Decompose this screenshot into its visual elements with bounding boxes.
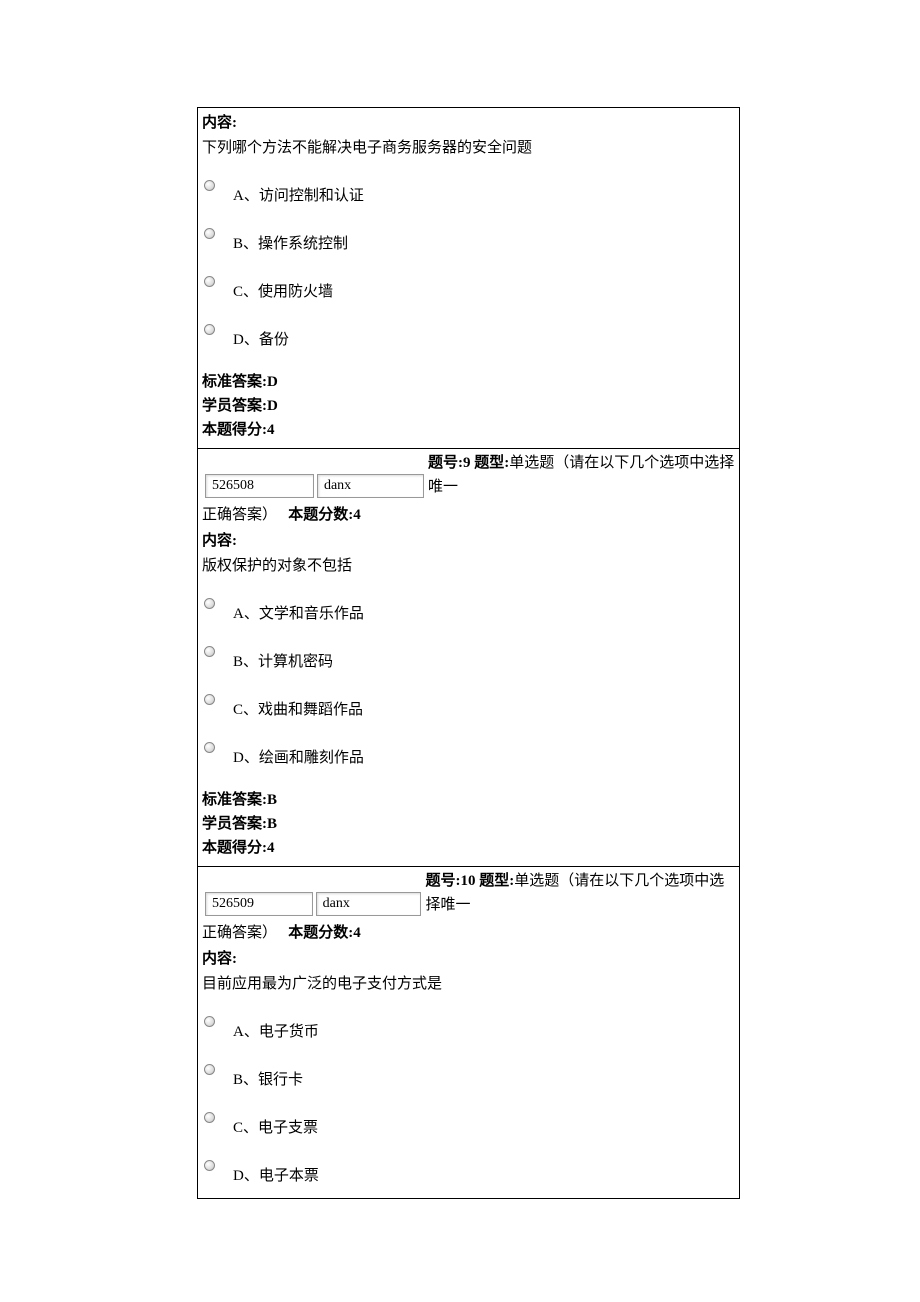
option-row[interactable]: D、备份: [202, 322, 735, 352]
radio-icon[interactable]: [204, 646, 215, 657]
question-text: 目前应用最为广泛的电子支付方式是: [202, 972, 735, 996]
radio-icon[interactable]: [204, 1016, 215, 1027]
radio-icon[interactable]: [204, 180, 215, 191]
option-label: C、戏曲和舞蹈作品: [233, 692, 363, 722]
option-label: A、访问控制和认证: [233, 178, 364, 208]
radio-icon[interactable]: [204, 1112, 215, 1123]
option-label: B、银行卡: [233, 1062, 303, 1092]
option-label: A、电子货币: [233, 1014, 319, 1044]
option-label: D、备份: [233, 322, 289, 352]
option-row[interactable]: A、访问控制和认证: [202, 178, 735, 208]
option-label: B、操作系统控制: [233, 226, 348, 256]
question-header-row: 526508 danx 题号:9 题型:单选题（请在以下几个选项中选择唯一: [202, 451, 735, 501]
question-block: 526509 danx 题号:10 题型:单选题（请在以下几个选项中选择唯一 正…: [198, 867, 739, 1199]
option-row[interactable]: C、电子支票: [202, 1110, 735, 1140]
option-row[interactable]: A、电子货币: [202, 1014, 735, 1044]
option-row[interactable]: C、使用防火墙: [202, 274, 735, 304]
option-label: D、绘画和雕刻作品: [233, 740, 364, 770]
result-block: 标准答案:B 学员答案:B 本题得分:4: [202, 788, 735, 860]
question-block: 内容: 下列哪个方法不能解决电子商务服务器的安全问题 A、访问控制和认证 B、操…: [198, 108, 739, 449]
question-text: 版权保护的对象不包括: [202, 554, 735, 578]
score-line: 本题得分:4: [202, 836, 735, 860]
result-block: 标准答案:D 学员答案:D 本题得分:4: [202, 370, 735, 442]
content-label: 内容:: [202, 947, 735, 971]
content-label: 内容:: [202, 529, 735, 553]
radio-icon[interactable]: [204, 228, 215, 239]
question-id-input[interactable]: 526509: [205, 892, 313, 916]
question-text: 下列哪个方法不能解决电子商务服务器的安全问题: [202, 136, 735, 160]
question-id-input[interactable]: 526508: [205, 474, 314, 498]
question-type-input[interactable]: danx: [316, 892, 422, 916]
questions-container: 内容: 下列哪个方法不能解决电子商务服务器的安全问题 A、访问控制和认证 B、操…: [197, 107, 740, 1199]
option-row[interactable]: A、文学和音乐作品: [202, 596, 735, 626]
student-answer-line: 学员答案:B: [202, 812, 735, 836]
question-type-input[interactable]: danx: [317, 474, 424, 498]
standard-answer-line: 标准答案:D: [202, 370, 735, 394]
option-row[interactable]: D、电子本票: [202, 1158, 735, 1188]
option-label: C、电子支票: [233, 1110, 318, 1140]
option-label: A、文学和音乐作品: [233, 596, 364, 626]
option-label: D、电子本票: [233, 1158, 319, 1188]
option-row[interactable]: B、操作系统控制: [202, 226, 735, 256]
option-row[interactable]: C、戏曲和舞蹈作品: [202, 692, 735, 722]
radio-icon[interactable]: [204, 324, 215, 335]
standard-answer-line: 标准答案:B: [202, 788, 735, 812]
radio-icon[interactable]: [204, 1064, 215, 1075]
option-label: B、计算机密码: [233, 644, 333, 674]
radio-icon[interactable]: [204, 598, 215, 609]
radio-icon[interactable]: [204, 276, 215, 287]
radio-icon[interactable]: [204, 742, 215, 753]
radio-icon[interactable]: [204, 1160, 215, 1171]
student-answer-line: 学员答案:D: [202, 394, 735, 418]
question-header-cont: 正确答案） 本题分数:4: [202, 503, 735, 527]
option-label: C、使用防火墙: [233, 274, 333, 304]
content-label: 内容:: [202, 111, 735, 135]
question-header-row: 526509 danx 题号:10 题型:单选题（请在以下几个选项中选择唯一: [202, 869, 735, 919]
question-header-text: 题号:9 题型:单选题（请在以下几个选项中选择唯一: [428, 451, 735, 501]
question-header-text: 题号:10 题型:单选题（请在以下几个选项中选择唯一: [425, 869, 735, 919]
radio-icon[interactable]: [204, 694, 215, 705]
question-header-cont: 正确答案） 本题分数:4: [202, 921, 735, 945]
option-row[interactable]: B、计算机密码: [202, 644, 735, 674]
option-row[interactable]: D、绘画和雕刻作品: [202, 740, 735, 770]
option-row[interactable]: B、银行卡: [202, 1062, 735, 1092]
score-line: 本题得分:4: [202, 418, 735, 442]
question-block: 526508 danx 题号:9 题型:单选题（请在以下几个选项中选择唯一 正确…: [198, 449, 739, 867]
